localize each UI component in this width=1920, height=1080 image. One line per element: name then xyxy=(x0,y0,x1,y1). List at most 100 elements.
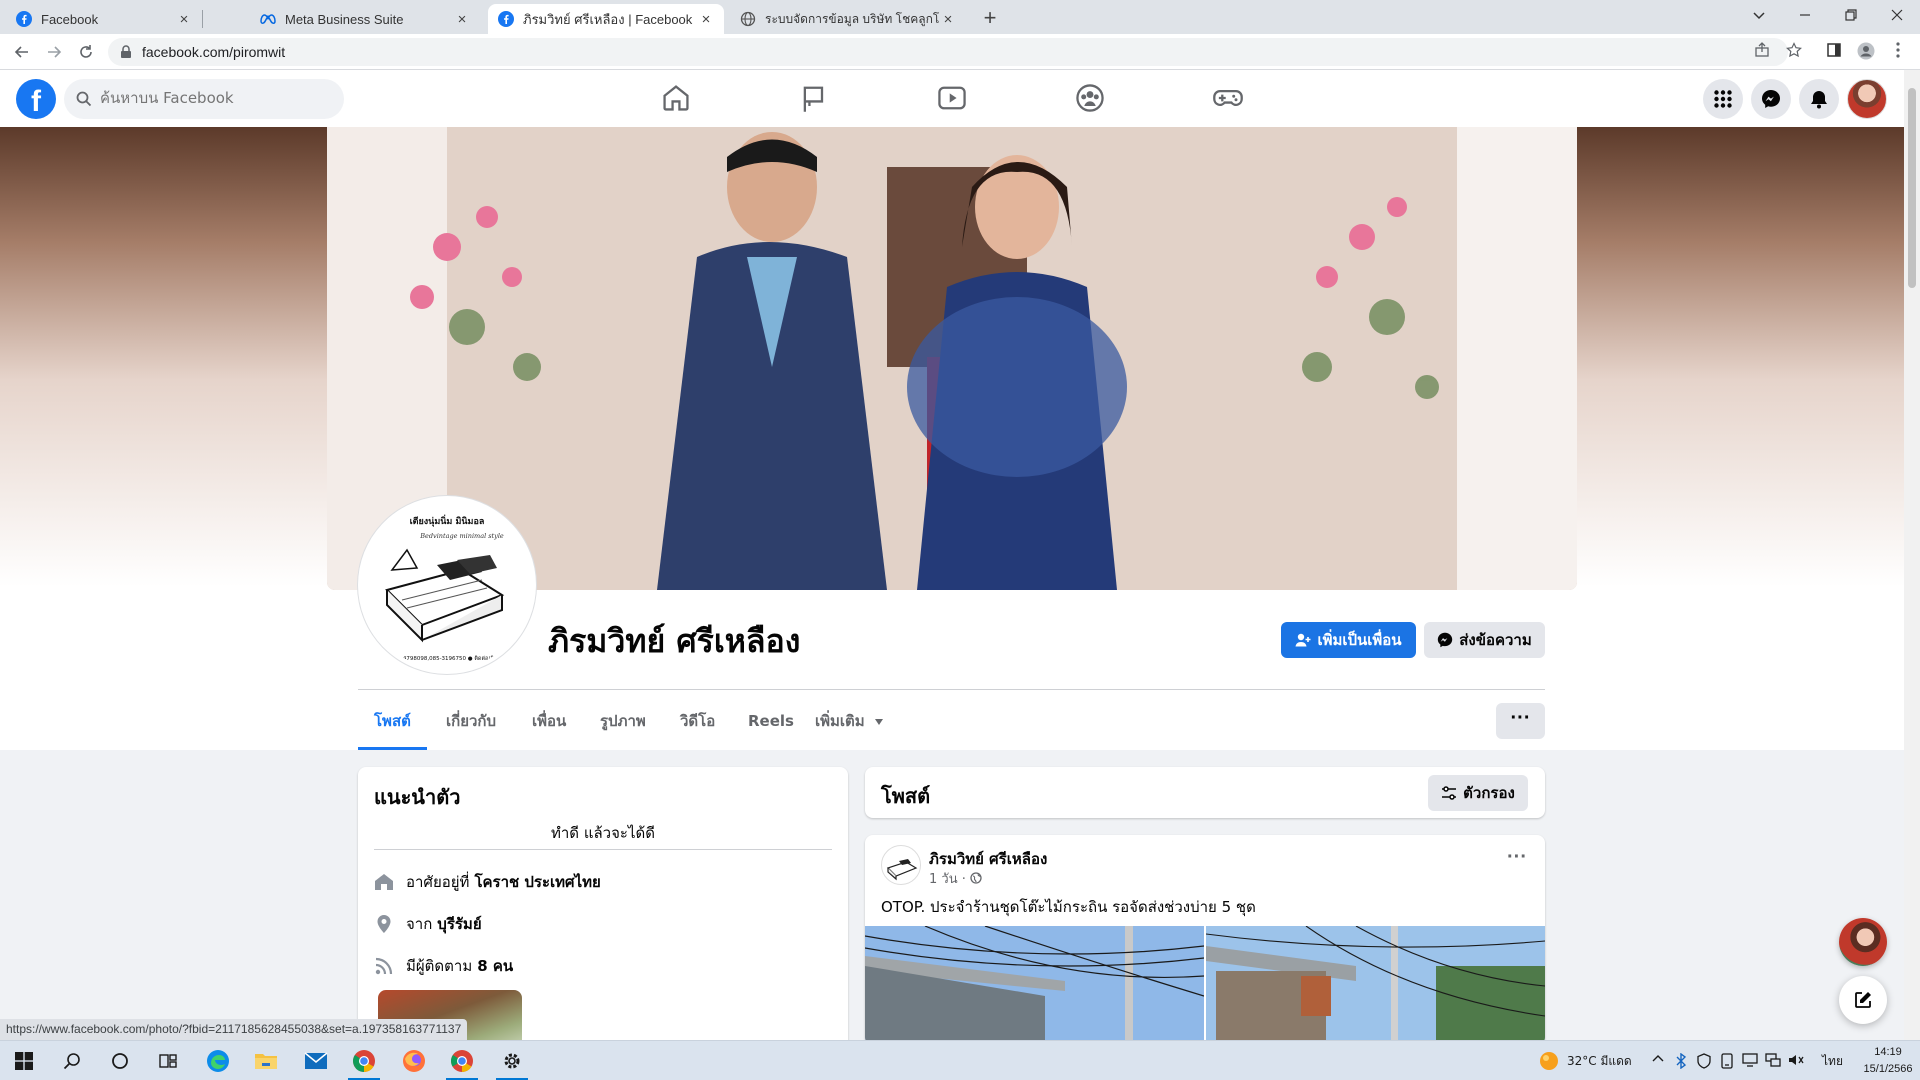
tab-about[interactable]: เกี่ยวกับ xyxy=(446,700,496,750)
caret-down-icon xyxy=(874,719,883,725)
back-arrow-icon[interactable] xyxy=(10,40,34,64)
file-explorer-icon[interactable] xyxy=(242,1041,290,1080)
intro-divider xyxy=(374,849,832,850)
tab-reels[interactable]: Reels xyxy=(748,700,794,750)
post-author-avatar[interactable] xyxy=(881,845,921,885)
facebook-top-nav: f xyxy=(0,70,1904,127)
profile-picture[interactable]: เตียงนุ่มนิ่ม มินิมอล Bedvintage minimal… xyxy=(358,496,536,674)
chrome-menu-icon[interactable] xyxy=(1888,42,1908,62)
tab-search-chevron-icon[interactable] xyxy=(1736,0,1782,30)
edge-icon[interactable] xyxy=(194,1041,242,1080)
display-icon[interactable] xyxy=(1742,1053,1758,1069)
restore-icon[interactable] xyxy=(1828,0,1874,30)
post-photo-2[interactable] xyxy=(1206,926,1545,1045)
system-clock[interactable]: 14:19 15/1/2566 xyxy=(1862,1044,1914,1078)
post-options-button[interactable]: ··· xyxy=(1501,845,1533,877)
search-icon[interactable] xyxy=(48,1041,96,1080)
groups-icon[interactable] xyxy=(1074,82,1106,114)
send-message-label: ส่งข้อความ xyxy=(1459,631,1532,649)
windows-start-icon[interactable] xyxy=(0,1041,48,1080)
minimize-icon[interactable] xyxy=(1782,0,1828,30)
weather-text[interactable]: 32°C มีแดด xyxy=(1567,1041,1632,1080)
rss-followers-icon xyxy=(375,957,393,975)
close-icon[interactable]: × xyxy=(698,11,714,28)
profile-icon[interactable] xyxy=(1856,42,1876,62)
scrollbar-thumb[interactable] xyxy=(1908,88,1916,288)
address-bar[interactable]: facebook.com/piromwit xyxy=(108,38,1788,66)
cortana-icon[interactable] xyxy=(96,1041,144,1080)
tab-posts[interactable]: โพสต์ xyxy=(358,700,427,750)
bookmark-star-icon[interactable] xyxy=(1784,42,1804,62)
mail-icon[interactable] xyxy=(292,1041,340,1080)
chrome-icon[interactable] xyxy=(340,1041,388,1080)
settings-gear-icon[interactable] xyxy=(488,1041,536,1080)
close-icon[interactable]: × xyxy=(940,11,956,28)
cover-photo[interactable] xyxy=(327,127,1577,590)
tab-friends[interactable]: เพื่อน xyxy=(532,700,566,750)
volume-icon[interactable] xyxy=(1788,1053,1804,1069)
close-window-icon[interactable] xyxy=(1874,0,1920,30)
menu-grid-icon[interactable] xyxy=(1703,79,1743,119)
lives-value[interactable]: โคราช ประเทศไทย xyxy=(474,870,600,894)
watch-video-icon[interactable] xyxy=(936,82,968,114)
tab-more[interactable]: เพิ่มเติม xyxy=(815,700,884,750)
search-icon xyxy=(76,91,92,107)
post-photo-1[interactable] xyxy=(865,926,1204,1045)
facebook-logo[interactable]: f xyxy=(16,79,56,119)
forward-arrow-icon[interactable] xyxy=(42,40,66,64)
add-friend-button[interactable]: เพิ่มเป็นเพื่อน xyxy=(1281,622,1416,658)
tab-videos[interactable]: วิดีโอ xyxy=(680,700,715,750)
browser-tab-facebook[interactable]: Facebook × xyxy=(6,4,202,34)
device-icon[interactable] xyxy=(1719,1053,1735,1069)
tray-chevron-up-icon[interactable] xyxy=(1650,1053,1666,1069)
contact-chat-head[interactable] xyxy=(1839,918,1887,966)
page-scrollbar[interactable] xyxy=(1904,70,1920,1040)
followers-value[interactable]: 8 คน xyxy=(477,954,513,978)
public-globe-icon xyxy=(970,872,982,884)
security-shield-icon[interactable] xyxy=(1696,1053,1712,1069)
new-message-button[interactable] xyxy=(1839,976,1887,1024)
profile-name: ภิรมวิทย์ ศรีเหลือง xyxy=(548,622,801,660)
tab-label: Facebook xyxy=(41,11,99,27)
share-icon[interactable] xyxy=(1752,42,1772,62)
tab-divider xyxy=(202,10,203,28)
gaming-icon[interactable] xyxy=(1212,82,1244,114)
pages-flag-icon[interactable] xyxy=(798,82,830,114)
search-input[interactable] xyxy=(100,89,330,107)
notifications-bell-icon[interactable] xyxy=(1799,79,1839,119)
account-avatar[interactable] xyxy=(1847,79,1887,119)
browser-tab-management-system[interactable]: ระบบจัดการข้อมูล บริษัท โชคลูกโชค × xyxy=(730,4,966,34)
task-view-icon[interactable] xyxy=(144,1041,192,1080)
facebook-search-box[interactable] xyxy=(64,79,344,119)
meta-icon xyxy=(260,14,276,25)
location-pin-icon xyxy=(377,915,391,933)
input-language[interactable]: ไทย xyxy=(1822,1041,1843,1080)
facebook-icon xyxy=(16,11,32,27)
browser-tab-meta-business-suite[interactable]: Meta Business Suite × xyxy=(250,4,480,34)
filter-button[interactable]: ตัวกรอง xyxy=(1428,775,1528,811)
link-status-bar: https://www.facebook.com/photo/?fbid=211… xyxy=(0,1019,468,1040)
messenger-icon[interactable] xyxy=(1751,79,1791,119)
chrome-icon[interactable] xyxy=(438,1041,486,1080)
home-icon[interactable] xyxy=(660,82,692,114)
facebook-icon xyxy=(498,11,514,27)
firefox-icon[interactable] xyxy=(390,1041,438,1080)
close-icon[interactable]: × xyxy=(176,11,192,28)
side-panel-icon[interactable] xyxy=(1824,42,1844,62)
reload-icon[interactable] xyxy=(74,40,98,64)
tab-label: Meta Business Suite xyxy=(285,11,404,27)
profile-divider xyxy=(358,689,1545,690)
new-tab-button[interactable]: + xyxy=(976,5,1004,33)
network-icon[interactable] xyxy=(1765,1053,1781,1069)
from-value[interactable]: บุรีรัมย์ xyxy=(437,912,481,936)
browser-tab-profile[interactable]: ภิรมวิทย์ ศรีเหลือง | Facebook × xyxy=(488,4,724,34)
post-timestamp[interactable]: 1 วัน · xyxy=(929,868,982,889)
lives-prefix: อาศัยอยู่ที่ xyxy=(406,873,470,891)
close-icon[interactable]: × xyxy=(454,11,470,28)
send-message-button[interactable]: ส่งข้อความ xyxy=(1424,622,1545,658)
bluetooth-icon[interactable] xyxy=(1673,1052,1689,1070)
intro-followers: มีผู้ติดตาม 8 คน xyxy=(374,954,513,978)
tab-photos[interactable]: รูปภาพ xyxy=(600,700,646,750)
profile-more-options-button[interactable]: ··· xyxy=(1496,703,1545,739)
weather-sun-icon[interactable] xyxy=(1538,1050,1560,1072)
